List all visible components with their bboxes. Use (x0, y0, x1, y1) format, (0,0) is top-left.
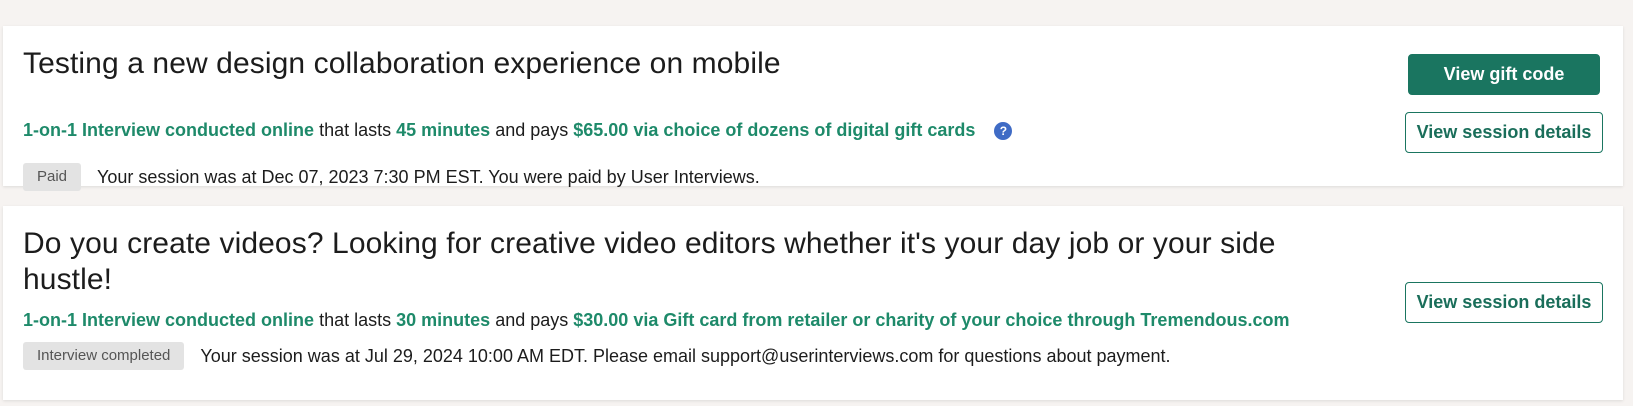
session-card: Do you create videos? Looking for creati… (3, 206, 1623, 400)
study-duration: 45 minutes (396, 120, 491, 140)
study-meta: 1-on-1 Interview conducted online that l… (23, 118, 1013, 142)
session-card: Testing a new design collaboration exper… (3, 26, 1623, 191)
study-meta: 1-on-1 Interview conducted online that l… (23, 308, 1289, 332)
question-circle-icon[interactable]: ? (994, 122, 1013, 140)
session-status-text: Your session was at Dec 07, 2023 7:30 PM… (97, 166, 760, 187)
study-duration: 30 minutes (396, 310, 491, 330)
study-title: Do you create videos? Looking for creati… (23, 227, 1276, 296)
view-gift-code-button[interactable]: View gift code (1408, 54, 1600, 95)
status-badge: Paid (23, 163, 82, 191)
session-status-text: Your session was at Jul 29, 2024 10:00 A… (200, 345, 1171, 366)
study-title: Testing a new design collaboration exper… (23, 47, 781, 80)
session-status-row: Interview completed Your session was at … (23, 342, 1171, 370)
status-badge: Interview completed (23, 342, 185, 370)
session-status-row: Paid Your session was at Dec 07, 2023 7:… (23, 163, 760, 191)
pays-text: and pays (495, 120, 569, 140)
pays-text: and pays (495, 310, 569, 330)
study-payment: $65.00 via choice of dozens of digital g… (573, 120, 976, 140)
view-session-details-button[interactable]: View session details (1405, 112, 1603, 153)
study-payment: $30.00 via Gift card from retailer or ch… (573, 310, 1290, 330)
view-session-details-button[interactable]: View session details (1405, 282, 1603, 323)
study-format: 1-on-1 Interview conducted online (23, 120, 315, 140)
lasts-text: that lasts (319, 120, 392, 140)
study-format: 1-on-1 Interview conducted online (23, 310, 315, 330)
lasts-text: that lasts (319, 310, 392, 330)
